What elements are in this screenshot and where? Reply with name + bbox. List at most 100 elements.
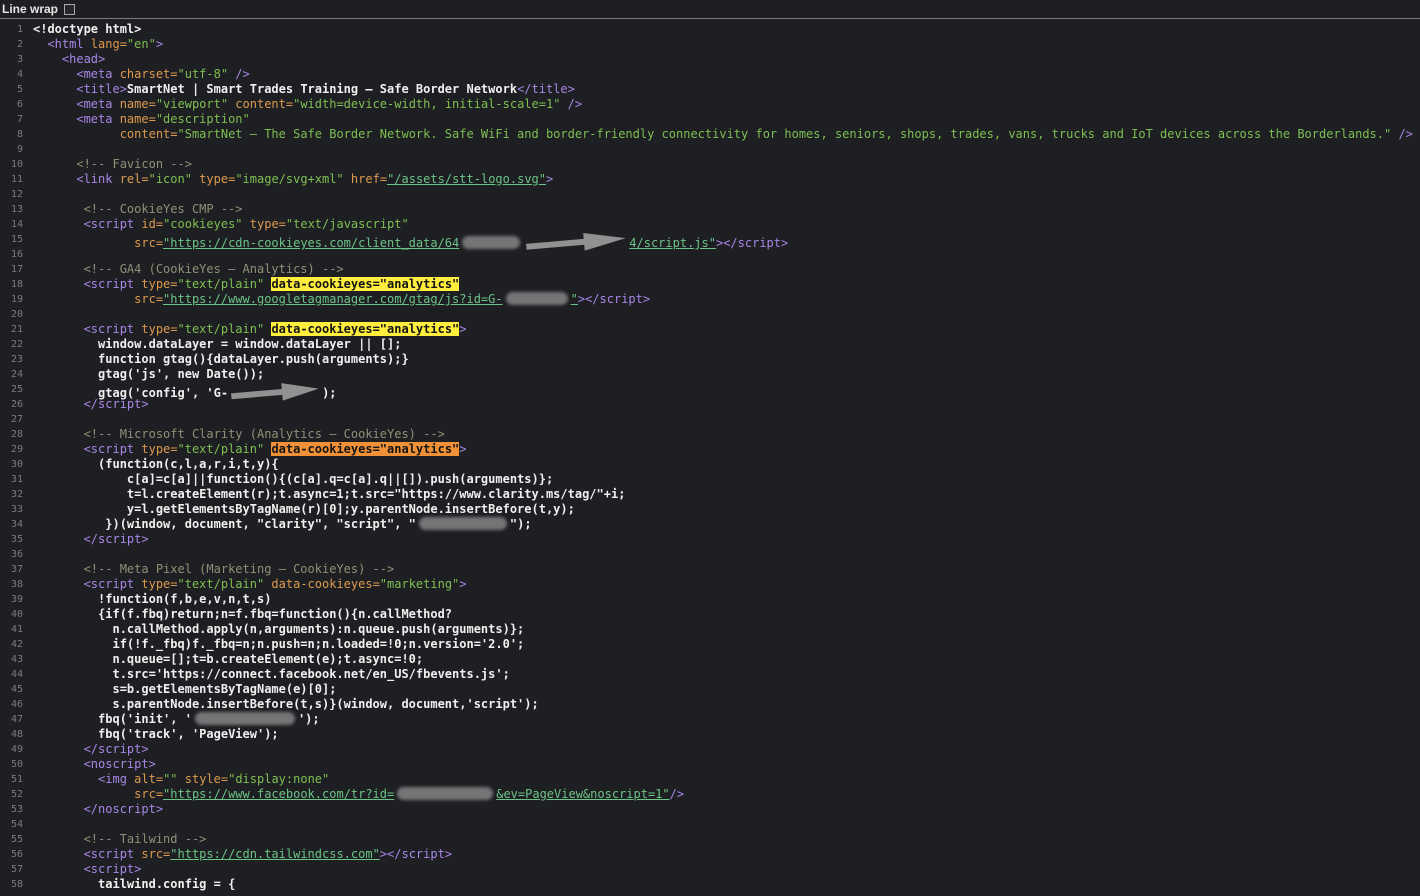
code-text: content="SmartNet – The Safe Border Netw… [33,127,1413,142]
token-attr-value: "description" [156,112,250,126]
token-comment: <!-- Meta Pixel (Marketing – CookieYes) … [33,562,394,576]
line-number: 54 [0,817,27,832]
code-text: <img alt="" style="display:none" [33,772,329,787]
token-attr-name: type= [192,172,235,186]
code-text: <!doctype html> [33,22,141,37]
token-link[interactable]: "https://cdn.tailwindcss.com" [170,847,380,861]
line-number: 26 [0,397,27,412]
line-number: 11 [0,172,27,187]
code-text: fbq('init', ''); [33,712,320,727]
source-line: 5 <title>SmartNet | Smart Trades Trainin… [0,82,1420,97]
code-text: <meta charset="utf-8" /> [33,67,250,82]
redaction-blur [397,787,493,800]
line-number: 16 [0,247,27,262]
line-number: 53 [0,802,27,817]
token-link[interactable]: "/assets/stt-logo.svg" [387,172,546,186]
source-line: 4 <meta charset="utf-8" /> [0,67,1420,82]
token-attr-value: "SmartNet – The Safe Border Network. Saf… [178,127,1392,141]
source-line: 39 !function(f,b,e,v,n,t,s) [0,592,1420,607]
token-tag: </script> [33,742,149,756]
source-line: 25 gtag('config', 'G-); [0,382,1420,397]
token-link[interactable]: "https://cdn-cookieyes.com/client_data/6… [163,236,459,250]
source-line: 30 (function(c,l,a,r,i,t,y){ [0,457,1420,472]
line-number: 55 [0,832,27,847]
redaction-blur [195,712,295,725]
token-tag: <script> [33,862,141,876]
code-text: (function(c,l,a,r,i,t,y){ [33,457,279,472]
line-number: 20 [0,307,27,322]
source-line: 18 <script type="text/plain" data-cookie… [0,277,1420,292]
line-wrap-label[interactable]: Line wrap [2,2,58,16]
code-text: <!-- Meta Pixel (Marketing – CookieYes) … [33,562,394,577]
code-text: <meta name="viewport" content="width=dev… [33,97,582,112]
token-tag: <noscript> [33,757,156,771]
token-attr-name: id= [141,217,163,231]
source-line: 14 <script id="cookieyes" type="text/jav… [0,217,1420,232]
line-number: 18 [0,277,27,292]
token-link[interactable]: "https://www.facebook.com/tr?id= [163,787,394,801]
token-plain: y=l.getElementsByTagName(r)[0];y.parentN… [33,502,575,516]
line-wrap-checkbox[interactable] [64,4,75,15]
line-number: 50 [0,757,27,772]
token-attr-value: "width=device-width, initial-scale=1" [293,97,560,111]
line-number: 23 [0,352,27,367]
code-text: <link rel="icon" type="image/svg+xml" hr… [33,172,553,187]
token-plain: })(window, document, "clarity", "script"… [33,517,416,531]
source-line: 50 <noscript> [0,757,1420,772]
source-line: 33 y=l.getElementsByTagName(r)[0];y.pare… [0,502,1420,517]
source-line: 17 <!-- GA4 (CookieYes – Analytics) --> [0,262,1420,277]
source-line: 46 s.parentNode.insertBefore(t,s)}(windo… [0,697,1420,712]
source-line: 48 fbq('track', 'PageView'); [0,727,1420,742]
token-plain: s=b.getElementsByTagName(e)[0]; [33,682,336,696]
token-link[interactable]: "https://www.googletagmanager.com/gtag/j… [163,292,503,306]
source-line: 43 n.queue=[];t=b.createElement(e);t.asy… [0,652,1420,667]
token-attr-value: "text/plain" [178,577,265,591]
code-text: src="https://www.facebook.com/tr?id= &ev=… [33,787,684,802]
token-link[interactable]: &ev=PageView&noscript=1" [496,787,669,801]
token-tag: <script [33,217,141,231]
line-number: 33 [0,502,27,517]
source-line: 32 t=l.createElement(r);t.async=1;t.src=… [0,487,1420,502]
code-text: y=l.getElementsByTagName(r)[0];y.parentN… [33,502,575,517]
code-text: window.dataLayer = window.dataLayer || [… [33,337,401,352]
line-number: 27 [0,412,27,427]
code-text: <meta name="description" [33,112,250,127]
source-line: 53 </noscript> [0,802,1420,817]
code-text: <!-- Tailwind --> [33,832,206,847]
token-plain: n.queue=[];t=b.createElement(e);t.async=… [33,652,423,666]
token-plain: function gtag(){dataLayer.push(arguments… [33,352,409,366]
code-text: s=b.getElementsByTagName(e)[0]; [33,682,336,697]
token-attr-name: charset= [120,67,178,81]
token-plain: gtag('js', new Date()); [33,367,264,381]
source-line: 13 <!-- CookieYes CMP --> [0,202,1420,217]
token-attr-name: name= [120,97,156,111]
line-number: 14 [0,217,27,232]
code-text: <title>SmartNet | Smart Trades Training … [33,82,575,97]
token-tag: </script> [33,397,149,411]
line-number: 9 [0,142,27,157]
code-text: <head> [33,52,105,67]
line-number: 44 [0,667,27,682]
code-text: <!-- CookieYes CMP --> [33,202,243,217]
token-attr-name: type= [243,217,286,231]
token-attr-name: src= [33,787,163,801]
token-plain: fbq('track', 'PageView'); [33,727,279,741]
line-number: 30 [0,457,27,472]
token-tag: > [459,577,466,591]
token-tag: <link [33,172,120,186]
view-source-page: { "toolbar": { "line_wrap_label": "Line … [0,0,1420,896]
source-line: 3 <head> [0,52,1420,67]
token-link[interactable]: 4/script.js" [629,236,716,250]
token-attr-name: type= [141,577,177,591]
source-line: 7 <meta name="description" [0,112,1420,127]
code-text: <script type="text/plain" data-cookieyes… [33,577,467,592]
line-number: 51 [0,772,27,787]
source-line: 38 <script type="text/plain" data-cookie… [0,577,1420,592]
source-line: 22 window.dataLayer = window.dataLayer |… [0,337,1420,352]
source-code: 1<!doctype html>2 <html lang="en">3 <hea… [0,19,1420,892]
source-line: 41 n.callMethod.apply(n,arguments):n.que… [0,622,1420,637]
source-line: 34 })(window, document, "clarity", "scri… [0,517,1420,532]
token-link[interactable]: " [571,292,578,306]
source-line: 56 <script src="https://cdn.tailwindcss.… [0,847,1420,862]
code-text: </script> [33,742,149,757]
